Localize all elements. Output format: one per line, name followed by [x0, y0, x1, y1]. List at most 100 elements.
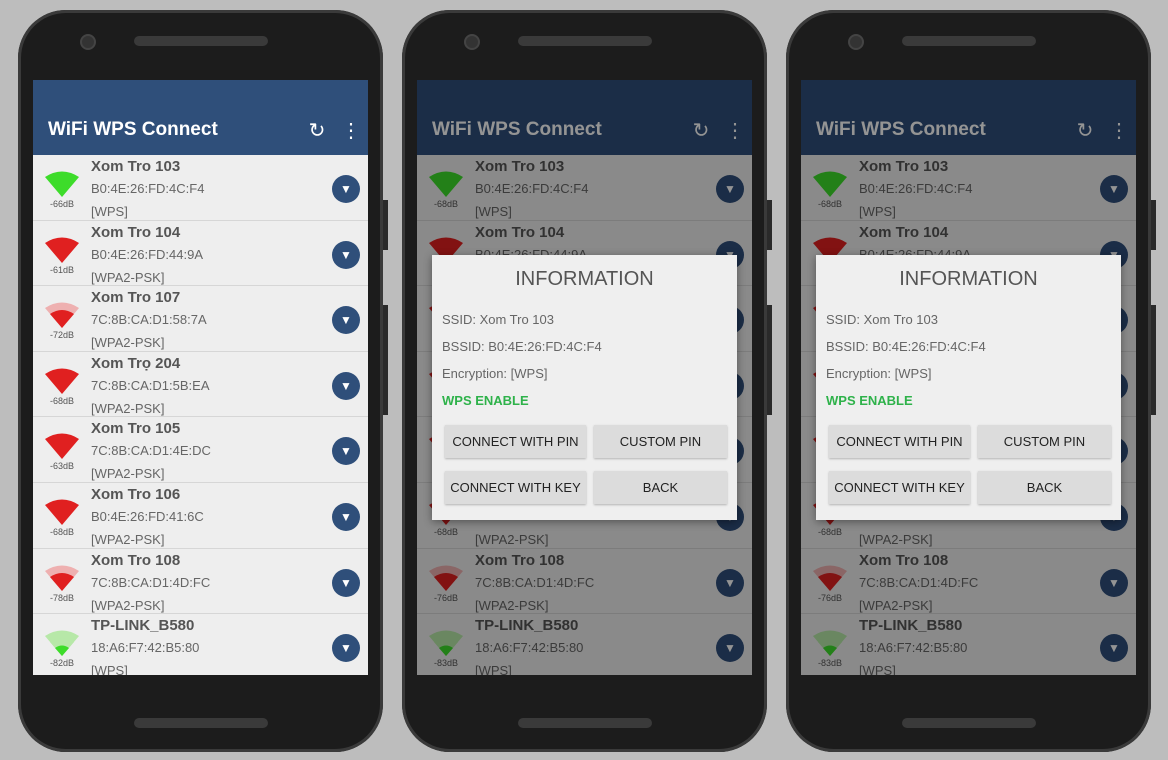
- network-encryption: [WPA2-PSK]: [91, 466, 165, 482]
- bottom-speaker: [518, 718, 652, 728]
- dialog-title: INFORMATION: [515, 268, 654, 290]
- network-encryption: [WPS]: [91, 663, 128, 675]
- earpiece-speaker: [902, 36, 1036, 46]
- network-ssid: Xom Tro 107: [91, 289, 181, 307]
- signal-strength: -78dB: [49, 592, 75, 603]
- dialog-encryption: Encryption: [WPS]: [826, 366, 932, 381]
- network-list-item[interactable]: -63dB Xom Tro 105 7C:8B:CA:D1:4E:DC [WPA…: [33, 417, 368, 483]
- chevron-down-icon: ▼: [340, 575, 352, 590]
- dialog-ssid: SSID: Xom Tro 103: [826, 312, 938, 327]
- connect-with-key-button[interactable]: CONNECT WITH KEY: [829, 471, 970, 504]
- bottom-speaker: [902, 718, 1036, 728]
- connect-with-pin-button[interactable]: CONNECT WITH PIN: [829, 425, 970, 458]
- wps-status: WPS ENABLE: [826, 393, 913, 408]
- bottom-speaker: [134, 718, 268, 728]
- dialog-bssid: BSSID: B0:4E:26:FD:4C:F4: [442, 339, 602, 354]
- chevron-down-icon: ▼: [340, 444, 352, 459]
- network-ssid: Xom Tro 103: [91, 158, 181, 175]
- signal-strength: -63dB: [49, 461, 75, 472]
- network-encryption: [WPA2-PSK]: [91, 597, 165, 613]
- wps-status: WPS ENABLE: [442, 393, 529, 408]
- volume-button: [383, 200, 388, 250]
- screen: WiFi WPS Connect ↻ ⋮ -66dB Xom Tro 103 B…: [33, 80, 368, 675]
- wifi-signal-icon: [45, 235, 79, 263]
- network-encryption: [WPA2-PSK]: [91, 531, 165, 547]
- custom-pin-button[interactable]: CUSTOM PIN: [594, 425, 727, 458]
- signal-strength: -61dB: [49, 264, 75, 275]
- connect-with-pin-button[interactable]: CONNECT WITH PIN: [445, 425, 586, 458]
- expand-button[interactable]: ▼: [332, 568, 360, 597]
- expand-button[interactable]: ▼: [332, 634, 360, 663]
- expand-button[interactable]: ▼: [332, 437, 360, 466]
- dialog-ssid: SSID: Xom Tro 103: [442, 312, 554, 327]
- connect-with-key-button[interactable]: CONNECT WITH KEY: [445, 471, 586, 504]
- network-ssid: Xom Trọ 204: [91, 354, 181, 372]
- back-button[interactable]: BACK: [978, 471, 1111, 504]
- front-camera: [80, 34, 96, 50]
- expand-button[interactable]: ▼: [332, 502, 360, 531]
- network-ssid: Xom Tro 104: [91, 223, 181, 241]
- earpiece-speaker: [134, 36, 268, 46]
- phone-frame: WiFi WPS Connect ↻ ⋮ -66dB Xom Tro 103 B…: [18, 10, 388, 752]
- signal-strength: -82dB: [49, 658, 75, 669]
- signal-strength: -68dB: [49, 395, 75, 406]
- network-list-item[interactable]: -68dB Xom Trọ 204 7C:8B:CA:D1:5B:EA [WPA…: [33, 352, 368, 418]
- dialog-encryption: Encryption: [WPS]: [442, 366, 548, 381]
- screen: WiFi WPS Connect ↻ ⋮ -68dB Xom Tro 103 B…: [801, 80, 1136, 675]
- network-list-item[interactable]: -61dB Xom Tro 104 B0:4E:26:FD:44:9A [WPA…: [33, 221, 368, 287]
- network-bssid: B0:4E:26:FD:4C:F4: [91, 181, 205, 196]
- phone-frame: WiFi WPS Connect ↻ ⋮ -68dB Xom Tro 103 B…: [402, 10, 772, 752]
- dialog-title: INFORMATION: [899, 268, 1038, 290]
- network-bssid: 7C:8B:CA:D1:5B:EA: [91, 377, 210, 393]
- wifi-signal-icon: [45, 300, 79, 329]
- network-encryption: [WPA2-PSK]: [91, 269, 165, 285]
- network-list-item[interactable]: -82dB TP-LINK_B580 18:A6:F7:42:B5:80 [WP…: [33, 614, 368, 675]
- information-dialog: INFORMATION SSID: Xom Tro 103 BSSID: B0:…: [816, 255, 1121, 520]
- earpiece-speaker: [518, 36, 652, 46]
- chevron-down-icon: ▼: [340, 182, 352, 196]
- app-title: WiFi WPS Connect: [48, 119, 218, 140]
- power-button: [383, 305, 388, 415]
- expand-button[interactable]: ▼: [332, 240, 360, 269]
- network-list: -66dB Xom Tro 103 B0:4E:26:FD:4C:F4 [WPS…: [33, 155, 368, 675]
- refresh-icon[interactable]: ↻: [300, 118, 334, 143]
- network-encryption: [WPS]: [91, 204, 128, 219]
- signal-strength: -72dB: [49, 330, 75, 341]
- phone-frame: WiFi WPS Connect ↻ ⋮ -68dB Xom Tro 103 B…: [786, 10, 1156, 752]
- network-list-item[interactable]: -72dB Xom Tro 107 7C:8B:CA:D1:58:7A [WPA…: [33, 286, 368, 352]
- status-bar: [33, 80, 368, 105]
- front-camera: [848, 34, 864, 50]
- volume-button: [767, 200, 772, 250]
- network-bssid: B0:4E:26:FD:44:9A: [91, 246, 204, 262]
- network-list-item[interactable]: -78dB Xom Tro 108 7C:8B:CA:D1:4D:FC [WPA…: [33, 549, 368, 615]
- wifi-signal-icon: [45, 366, 79, 394]
- dialog-bssid: BSSID: B0:4E:26:FD:4C:F4: [826, 339, 986, 354]
- power-button: [767, 305, 772, 415]
- wifi-signal-icon: [45, 563, 79, 591]
- screen: WiFi WPS Connect ↻ ⋮ -68dB Xom Tro 103 B…: [417, 80, 752, 675]
- network-bssid: 7C:8B:CA:D1:4E:DC: [91, 443, 211, 459]
- expand-button[interactable]: ▼: [332, 371, 360, 400]
- power-button: [1151, 305, 1156, 415]
- network-list-item[interactable]: -66dB Xom Tro 103 B0:4E:26:FD:4C:F4 [WPS…: [33, 155, 368, 221]
- app-toolbar: WiFi WPS Connect ↻ ⋮: [33, 105, 368, 155]
- wifi-signal-icon: [45, 628, 79, 657]
- signal-strength: -66dB: [49, 199, 75, 209]
- back-button[interactable]: BACK: [594, 471, 727, 504]
- custom-pin-button[interactable]: CUSTOM PIN: [978, 425, 1111, 458]
- volume-button: [1151, 200, 1156, 250]
- front-camera: [464, 34, 480, 50]
- network-list-item[interactable]: -68dB Xom Tro 106 B0:4E:26:FD:41:6C [WPA…: [33, 483, 368, 549]
- network-bssid: 18:A6:F7:42:B5:80: [91, 640, 200, 656]
- chevron-down-icon: ▼: [340, 313, 352, 328]
- signal-strength: -68dB: [49, 526, 75, 537]
- network-bssid: 7C:8B:CA:D1:4D:FC: [91, 574, 211, 590]
- expand-button[interactable]: ▼: [332, 175, 360, 203]
- network-encryption: [WPA2-PSK]: [91, 400, 165, 416]
- expand-button[interactable]: ▼: [332, 306, 360, 335]
- chevron-down-icon: ▼: [340, 247, 352, 262]
- more-vert-icon[interactable]: ⋮: [334, 118, 368, 143]
- chevron-down-icon: ▼: [340, 641, 352, 656]
- network-ssid: Xom Tro 105: [91, 420, 181, 438]
- wifi-signal-icon: [45, 169, 79, 197]
